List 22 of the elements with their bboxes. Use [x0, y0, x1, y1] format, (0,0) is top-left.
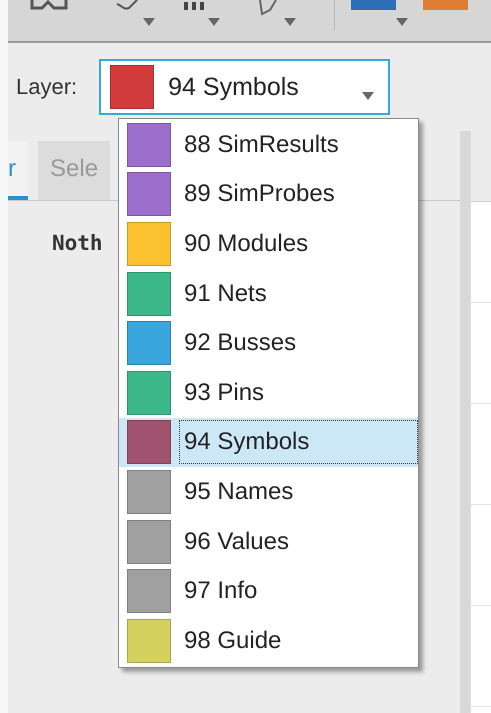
layer-option[interactable]: 89 SimProbes — [119, 170, 418, 220]
layer-dropdown[interactable]: 94 Symbols — [99, 59, 390, 115]
caret-icon — [362, 92, 374, 100]
color-swatch[interactable] — [351, 0, 396, 10]
caret-icon — [208, 18, 220, 26]
layer-option[interactable]: 94 Symbols — [119, 418, 418, 468]
layer-label: Layer: — [16, 74, 78, 100]
caret-icon — [143, 18, 155, 26]
panel-header — [471, 131, 491, 202]
panel-message: Noth — [52, 231, 103, 255]
caret-icon — [396, 18, 408, 26]
layer-option[interactable]: 98 Guide — [119, 616, 418, 666]
layer-option[interactable]: 95 Names — [119, 467, 418, 517]
layer-option[interactable]: 91 Nets — [119, 268, 418, 318]
layer-option[interactable]: 88 SimResults — [119, 120, 418, 170]
layer-option[interactable]: 90 Modules — [119, 219, 418, 269]
layer-option[interactable]: 97 Info — [119, 566, 418, 616]
layer-option[interactable]: 92 Busses — [119, 318, 418, 368]
layer-option[interactable]: 93 Pins — [119, 368, 418, 418]
layer-option[interactable]: 96 Values — [119, 516, 418, 566]
color-swatch[interactable] — [423, 0, 468, 10]
caret-icon — [284, 18, 296, 26]
